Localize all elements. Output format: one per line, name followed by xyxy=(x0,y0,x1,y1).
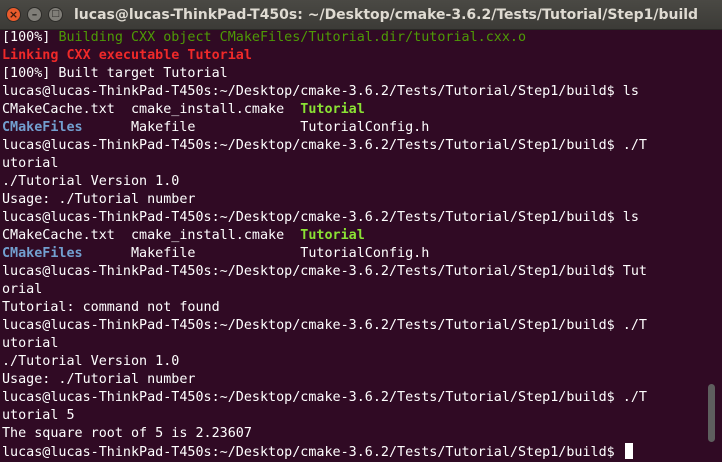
cursor xyxy=(624,443,633,459)
terminal-window: × – □ lucas@lucas-ThinkPad-T450s: ~/Desk… xyxy=(0,0,722,462)
terminal-text: Tutorial xyxy=(300,228,365,243)
terminal-text: Tutorial: command not found xyxy=(2,300,220,315)
terminal-text: [100%] Built target Tutorial xyxy=(2,66,228,81)
terminal-text: Tutorial xyxy=(300,102,365,117)
terminal-line: CMakeFiles Makefile TutorialConfig.h xyxy=(2,119,692,137)
terminal-text: CMakeCache.txt cmake_install.cmake xyxy=(2,102,301,117)
terminal-line: lucas@lucas-ThinkPad-T450s:~/Desktop/cma… xyxy=(2,263,692,281)
terminal-line: ./Tutorial Version 1.0 xyxy=(2,353,692,371)
terminal-line: utorial xyxy=(2,155,692,173)
terminal-line: [100%] Building CXX object CMakeFiles/Tu… xyxy=(2,29,692,47)
terminal-line: utorial 5 xyxy=(2,407,692,425)
scrollbar-thumb[interactable] xyxy=(708,384,715,442)
terminal-text: lucas@lucas-ThinkPad-T450s:~/Desktop/cma… xyxy=(2,264,647,279)
terminal-text: lucas@lucas-ThinkPad-T450s:~/Desktop/cma… xyxy=(2,390,647,405)
terminal-line: lucas@lucas-ThinkPad-T450s:~/Desktop/cma… xyxy=(2,83,692,101)
terminal-output[interactable]: [100%] Building CXX object CMakeFiles/Tu… xyxy=(2,29,692,462)
terminal-text: lucas@lucas-ThinkPad-T450s:~/Desktop/cma… xyxy=(2,84,639,99)
terminal-line: lucas@lucas-ThinkPad-T450s:~/Desktop/cma… xyxy=(2,209,692,227)
terminal-line: lucas@lucas-ThinkPad-T450s:~/Desktop/cma… xyxy=(2,443,692,461)
terminal-text: lucas@lucas-ThinkPad-T450s:~/Desktop/cma… xyxy=(2,210,639,225)
terminal-line: CMakeCache.txt cmake_install.cmake Tutor… xyxy=(2,101,692,119)
terminal-text: The square root of 5 is 2.23607 xyxy=(2,426,252,441)
title-bar[interactable]: × – □ lucas@lucas-ThinkPad-T450s: ~/Desk… xyxy=(0,0,722,30)
terminal-line: Usage: ./Tutorial number xyxy=(2,191,692,209)
terminal-text: ./Tutorial Version 1.0 xyxy=(2,174,180,189)
terminal-line: lucas@lucas-ThinkPad-T450s:~/Desktop/cma… xyxy=(2,317,692,335)
terminal-text: orial xyxy=(2,282,43,297)
terminal-line: lucas@lucas-ThinkPad-T450s:~/Desktop/cma… xyxy=(2,137,692,155)
close-icon[interactable]: × xyxy=(6,7,21,22)
terminal-line: utorial xyxy=(2,335,692,353)
terminal-line: ./Tutorial Version 1.0 xyxy=(2,173,692,191)
terminal-text: Usage: ./Tutorial number xyxy=(2,372,196,387)
terminal-line: Usage: ./Tutorial number xyxy=(2,371,692,389)
terminal-text: utorial xyxy=(2,156,59,171)
terminal-line: [100%] Built target Tutorial xyxy=(2,65,692,83)
terminal-text: utorial 5 xyxy=(2,408,75,423)
window-title: lucas@lucas-ThinkPad-T450s: ~/Desktop/cm… xyxy=(74,7,699,23)
terminal-text: CMakeFiles xyxy=(2,120,83,135)
minimize-icon[interactable]: – xyxy=(27,7,42,22)
terminal-text: CMakeCache.txt cmake_install.cmake xyxy=(2,228,301,243)
terminal-text: [100%] xyxy=(2,30,59,45)
terminal-text: lucas@lucas-ThinkPad-T450s:~/Desktop/cma… xyxy=(2,445,623,460)
terminal-text: Makefile TutorialConfig.h xyxy=(82,246,430,261)
terminal-text: lucas@lucas-ThinkPad-T450s:~/Desktop/cma… xyxy=(2,138,647,153)
terminal-line: CMakeFiles Makefile TutorialConfig.h xyxy=(2,245,692,263)
terminal-text: Usage: ./Tutorial number xyxy=(2,192,196,207)
terminal-line: Linking CXX executable Tutorial xyxy=(2,47,692,65)
terminal-line: The square root of 5 is 2.23607 xyxy=(2,425,692,443)
maximize-icon[interactable]: □ xyxy=(48,7,63,22)
terminal-text: CMakeFiles xyxy=(2,246,83,261)
terminal-text: Makefile TutorialConfig.h xyxy=(82,120,430,135)
terminal-line: lucas@lucas-ThinkPad-T450s:~/Desktop/cma… xyxy=(2,389,692,407)
terminal-line: orial xyxy=(2,281,692,299)
terminal-line: Tutorial: command not found xyxy=(2,299,692,317)
terminal-text: lucas@lucas-ThinkPad-T450s:~/Desktop/cma… xyxy=(2,318,647,333)
terminal-text: ./Tutorial Version 1.0 xyxy=(2,354,180,369)
terminal-text: Linking CXX executable Tutorial xyxy=(2,48,252,63)
terminal-text: utorial xyxy=(2,336,59,351)
terminal-line: CMakeCache.txt cmake_install.cmake Tutor… xyxy=(2,227,692,245)
terminal-text: Building CXX object CMakeFiles/Tutorial.… xyxy=(58,30,527,45)
